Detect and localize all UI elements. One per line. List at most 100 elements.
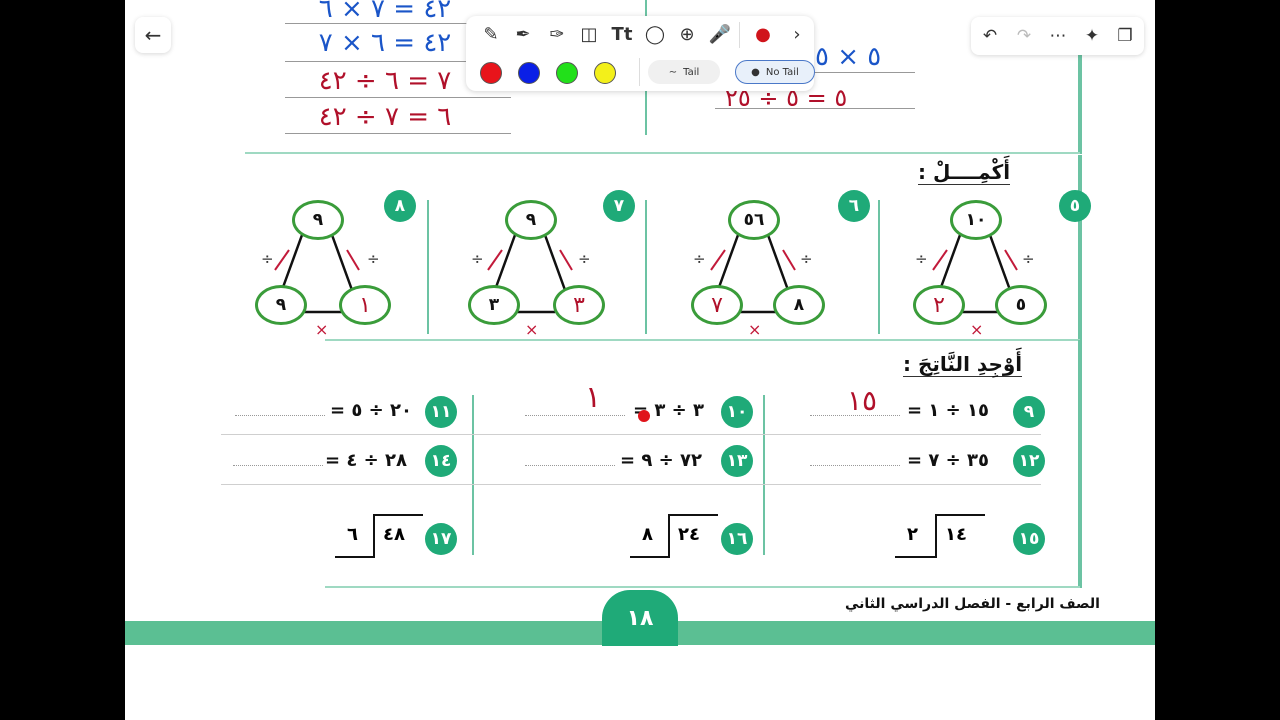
answer-line <box>525 465 615 467</box>
frame-right-mid <box>1078 155 1082 340</box>
eraser-icon[interactable]: ◫ <box>576 24 602 48</box>
work-line-3: ٧ = ٦ ÷ ٤٢ <box>318 66 452 96</box>
work-rule <box>285 133 511 134</box>
problem-number-badge: ١٦ <box>721 523 753 555</box>
div-sign: ÷ <box>367 250 380 268</box>
no-tail-label: No Tail <box>765 66 799 78</box>
chevron-right-icon[interactable]: › <box>784 24 810 48</box>
dot-icon: ● <box>751 66 760 78</box>
annotation-toolbar: ✎ ✒ ✑ ◫ Tt ◯ ⊕ 🎤 ● › ∼ Tail ● No Tail <box>466 16 815 91</box>
divisor: ٨ <box>642 524 653 545</box>
page-edit-icon[interactable]: ✦ <box>1081 25 1103 47</box>
back-arrow-icon: ← <box>144 23 162 47</box>
circle-right-answer: ١ <box>339 285 391 325</box>
row-rule <box>221 434 1041 435</box>
divisor: ٦ <box>347 524 358 545</box>
highlighter-icon[interactable]: ✑ <box>544 24 570 48</box>
div-sign: ÷ <box>693 250 706 268</box>
circle-right-answer: ٣ <box>553 285 605 325</box>
answer-line <box>525 415 625 417</box>
work-line-1: ٤٢ = ٧ × ٦ <box>318 0 452 24</box>
problem-number-badge: ١٤ <box>425 445 457 477</box>
fountain-pen-icon[interactable]: ✒ <box>510 24 536 48</box>
division-bracket-bottom <box>895 556 937 558</box>
tail-option[interactable]: ∼ Tail <box>648 60 720 84</box>
div-sign: ÷ <box>261 250 274 268</box>
handwritten-answer: ١ <box>585 380 602 415</box>
work-rule <box>285 97 511 98</box>
dividend: ١٤ <box>945 524 967 545</box>
division-bracket-top <box>668 514 718 516</box>
laser-pointer-icon[interactable]: ● <box>750 24 776 48</box>
color-swatch-green[interactable] <box>556 62 578 84</box>
pen-icon[interactable]: ✎ <box>478 24 504 48</box>
times-sign: × <box>748 320 762 339</box>
back-button[interactable]: ← <box>135 17 171 53</box>
circle-right: ٨ <box>773 285 825 325</box>
work-line-2: ٤٢ = ٦ × ٧ <box>318 28 452 58</box>
times-sign: × <box>970 320 984 339</box>
problem-number-badge: ١٥ <box>1013 523 1045 555</box>
toolbar-divider <box>739 22 740 48</box>
problem-number-badge: ٥ <box>1059 190 1091 222</box>
redo-icon[interactable]: ↷ <box>1013 25 1035 47</box>
calc-divider-1 <box>763 395 765 555</box>
no-tail-option[interactable]: ● No Tail <box>735 60 815 84</box>
calc-divider-2 <box>472 395 474 555</box>
frame-right-bottom <box>1078 340 1082 588</box>
division-bracket-top <box>935 514 985 516</box>
tri-divider-2 <box>645 200 647 334</box>
lasso-icon[interactable]: ◯ <box>642 24 668 48</box>
division-bracket-top <box>373 514 423 516</box>
text-tool-icon[interactable]: Tt <box>609 24 635 48</box>
problem-number-badge: ١٠ <box>721 396 753 428</box>
undo-icon[interactable]: ↶ <box>979 25 1001 47</box>
circle-top: ٥٦ <box>728 200 780 240</box>
division-expression: ٣٥ ÷ ٧ = <box>907 450 989 471</box>
page-number-tab: ١٨ <box>602 590 678 646</box>
work-rule <box>715 108 915 109</box>
section1-title: أَكْمِــــلْ : <box>918 160 1011 185</box>
add-icon[interactable]: ⊕ <box>674 24 700 48</box>
divisor: ٢ <box>907 524 918 545</box>
work-line-4: ٦ = ٧ ÷ ٤٢ <box>318 102 452 132</box>
document-actions-bar: ↶ ↷ ⋯ ✦ ❐ <box>971 17 1144 55</box>
handwritten-answer: ١٥ <box>847 384 878 417</box>
circle-top: ١٠ <box>950 200 1002 240</box>
grade-label: الصف الرابع - الفصل الدراسي الثاني <box>845 596 1100 612</box>
division-expression: ٢٨ ÷ ٤ = <box>325 450 407 471</box>
problem-number-badge: ١٣ <box>721 445 753 477</box>
dividend: ٢٤ <box>678 524 700 545</box>
frame-right-top <box>1078 40 1082 154</box>
division-bracket-bottom <box>335 556 375 558</box>
work-line-5: ٥ × ٥ <box>815 42 882 72</box>
pages-icon[interactable]: ❐ <box>1114 25 1136 47</box>
long-division-box: ٤٨ ٦ <box>335 514 425 558</box>
circle-right: ٥ <box>995 285 1047 325</box>
div-sign: ÷ <box>1022 250 1035 268</box>
division-bracket-side <box>373 514 375 558</box>
microphone-icon[interactable]: 🎤 <box>707 24 733 48</box>
division-expression: ٧٢ ÷ ٩ = <box>620 450 702 471</box>
frame-bottom-top <box>245 152 1080 154</box>
div-sign: ÷ <box>915 250 928 268</box>
color-swatch-red[interactable] <box>480 62 502 84</box>
tri-divider-1 <box>878 200 880 334</box>
row-rule <box>221 484 1041 485</box>
circle-left-answer: ٢ <box>913 285 965 325</box>
answer-line <box>810 465 900 467</box>
times-sign: × <box>315 320 329 339</box>
circle-left: ٩ <box>255 285 307 325</box>
division-bracket-side <box>668 514 670 558</box>
answer-line <box>233 465 323 467</box>
color-swatch-blue[interactable] <box>518 62 540 84</box>
div-sign: ÷ <box>471 250 484 268</box>
more-options-icon[interactable]: ⋯ <box>1047 25 1069 47</box>
color-swatch-yellow[interactable] <box>594 62 616 84</box>
div-sign: ÷ <box>578 250 591 268</box>
division-expression: ٢٠ ÷ ٥ = <box>330 400 412 421</box>
frame-bottom-bottom <box>325 586 1080 588</box>
circle-top: ٩ <box>292 200 344 240</box>
frame-bottom-mid <box>325 339 1080 341</box>
tail-stroke-icon: ∼ <box>668 66 678 78</box>
